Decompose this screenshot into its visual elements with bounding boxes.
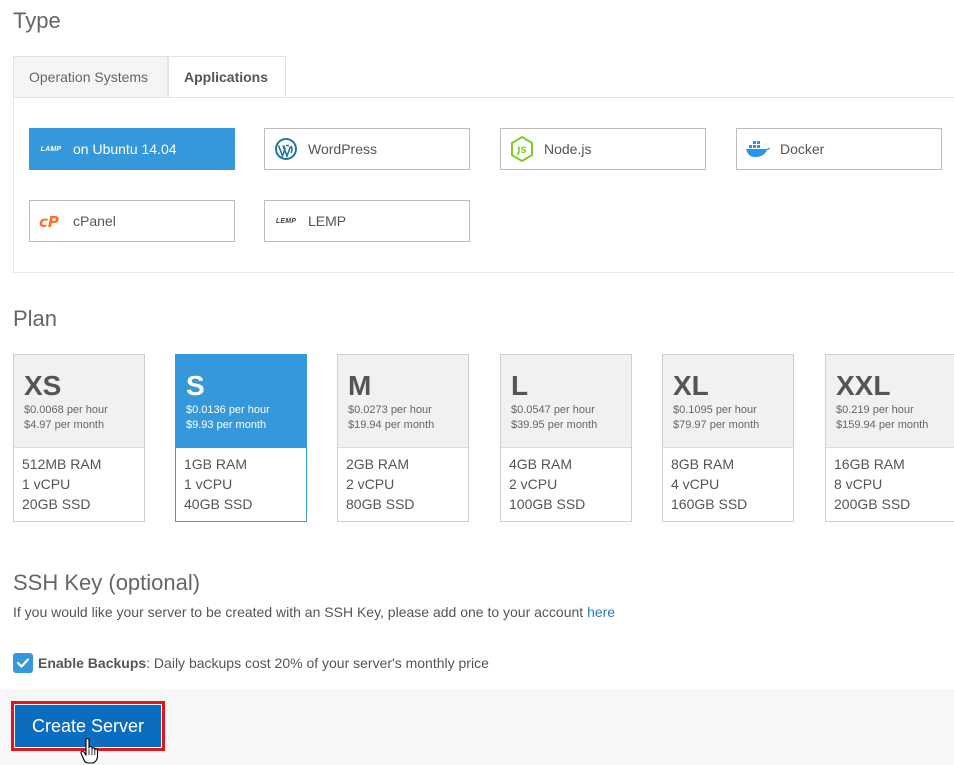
plan-size: L <box>511 370 529 401</box>
plan-size: XXL <box>836 370 891 401</box>
ssh-section-title: SSH Key (optional) <box>13 570 201 595</box>
app-wordpress-button[interactable]: WordPress <box>264 128 470 170</box>
plan-header: XS $0.0068 per hour $4.97 per month <box>14 355 144 448</box>
docker-icon <box>745 136 771 162</box>
plan-disk: 40GB SSD <box>184 496 253 512</box>
plan-disk: 100GB SSD <box>509 496 586 512</box>
plan-size: XL <box>673 370 709 401</box>
plan-cpu: 4 vCPU <box>671 476 720 492</box>
app-docker-button[interactable]: Docker <box>736 128 942 170</box>
plan-specs: 2GB RAM 2 vCPU 80GB SSD <box>338 448 468 514</box>
wordpress-icon <box>273 136 299 162</box>
plan-header: M $0.0273 per hour $19.94 per month <box>338 355 468 448</box>
type-section-title: Type <box>13 8 61 33</box>
app-label: WordPress <box>308 141 377 157</box>
plan-card-m[interactable]: M $0.0273 per hour $19.94 per month 2GB … <box>337 354 469 522</box>
enable-backups-description: Daily backups cost 20% of your server's … <box>150 655 489 671</box>
app-label: Node.js <box>544 141 592 157</box>
app-label: cPanel <box>73 213 116 229</box>
tab-applications[interactable]: Applications <box>168 56 286 98</box>
plan-size: M <box>348 370 372 401</box>
enable-backups-row: Enable Backups: Daily backups cost 20% o… <box>13 652 489 674</box>
plan-hourly-price: $0.219 per hour <box>836 404 914 416</box>
plan-disk: 160GB SSD <box>671 496 748 512</box>
svg-text:cP: cP <box>39 213 59 231</box>
plan-disk: 200GB SSD <box>834 496 911 512</box>
cpanel-icon: cP <box>38 208 64 234</box>
app-lemp-button[interactable]: LEMP LEMP <box>264 200 470 242</box>
app-label: on Ubuntu 14.04 <box>73 141 177 157</box>
plan-specs: 512MB RAM 1 vCPU 20GB SSD <box>14 448 144 514</box>
plan-ram: 16GB RAM <box>834 456 905 472</box>
plan-section-title: Plan <box>13 306 58 331</box>
plan-cpu: 2 vCPU <box>346 476 395 492</box>
plan-hourly-price: $0.0547 per hour <box>511 404 595 416</box>
add-ssh-key-link[interactable]: here <box>587 604 615 620</box>
enable-backups-label: Enable Backups <box>38 655 147 671</box>
plan-ram: 1GB RAM <box>184 456 248 472</box>
ssh-description-text: If you would like your server to be crea… <box>13 604 588 620</box>
svg-text:JS: JS <box>516 146 527 156</box>
plan-monthly-price: $19.94 per month <box>348 419 435 431</box>
app-cpanel-button[interactable]: cP cPanel <box>29 200 235 242</box>
plan-monthly-price: $4.97 per month <box>24 419 105 431</box>
app-label: LEMP <box>308 213 347 229</box>
plan-header: XL $0.1095 per hour $79.97 per month <box>663 355 793 448</box>
plan-hourly-price: $0.0273 per hour <box>348 404 432 416</box>
plan-card-xl[interactable]: XL $0.1095 per hour $79.97 per month 8GB… <box>662 354 794 522</box>
plan-monthly-price: $39.95 per month <box>511 419 598 431</box>
plan-disk: 20GB SSD <box>22 496 91 512</box>
lemp-logo-icon: LEMP <box>275 217 297 225</box>
plan-monthly-price: $79.97 per month <box>673 419 760 431</box>
enable-backups-checkbox[interactable] <box>13 653 33 673</box>
plan-disk: 80GB SSD <box>346 496 415 512</box>
plan-ram: 4GB RAM <box>509 456 573 472</box>
plan-hourly-price: $0.0068 per hour <box>24 404 108 416</box>
plan-cpu: 1 vCPU <box>184 476 233 492</box>
plan-ram: 2GB RAM <box>346 456 410 472</box>
app-nodejs-button[interactable]: JS Node.js <box>500 128 706 170</box>
lamp-logo-icon: LAMP <box>40 145 62 153</box>
nodejs-icon: JS <box>509 136 535 162</box>
plan-specs: 1GB RAM 1 vCPU 40GB SSD <box>176 448 306 514</box>
plan-header: XXL $0.219 per hour $159.94 per month <box>826 355 954 448</box>
plan-specs: 8GB RAM 4 vCPU 160GB SSD <box>663 448 793 514</box>
plan-cpu: 8 vCPU <box>834 476 883 492</box>
plan-ram: 512MB RAM <box>22 456 102 472</box>
tab-operation-systems[interactable]: Operation Systems <box>13 56 168 98</box>
plan-cpu: 2 vCPU <box>509 476 558 492</box>
plan-monthly-price: $159.94 per month <box>836 419 929 431</box>
plan-ram: 8GB RAM <box>671 456 735 472</box>
plan-hourly-price: $0.0136 per hour <box>186 404 270 416</box>
applications-panel <box>13 97 954 273</box>
plan-size: XS <box>24 370 62 401</box>
hand-cursor-icon <box>80 738 99 764</box>
plan-monthly-price: $9.93 per month <box>186 419 267 431</box>
plan-cpu: 1 vCPU <box>22 476 71 492</box>
plan-specs: 4GB RAM 2 vCPU 100GB SSD <box>501 448 631 514</box>
plan-specs: 16GB RAM 8 vCPU 200GB SSD <box>826 448 954 514</box>
plan-card-xs[interactable]: XS $0.0068 per hour $4.97 per month 512M… <box>13 354 145 522</box>
plan-size: S <box>186 370 205 401</box>
app-lamp-button[interactable]: LAMP on Ubuntu 14.04 <box>29 128 235 170</box>
plan-card-l[interactable]: L $0.0547 per hour $39.95 per month 4GB … <box>500 354 632 522</box>
app-label: Docker <box>780 141 825 157</box>
plan-hourly-price: $0.1095 per hour <box>673 404 757 416</box>
plan-header: L $0.0547 per hour $39.95 per month <box>501 355 631 448</box>
plan-header: S $0.0136 per hour $9.93 per month <box>176 355 306 448</box>
plan-card-s[interactable]: S $0.0136 per hour $9.93 per month 1GB R… <box>175 354 307 522</box>
checkmark-icon <box>16 658 30 668</box>
plan-card-xxl[interactable]: XXL $0.219 per hour $159.94 per month 16… <box>825 354 954 522</box>
ssh-description: If you would like your server to be crea… <box>13 604 615 620</box>
